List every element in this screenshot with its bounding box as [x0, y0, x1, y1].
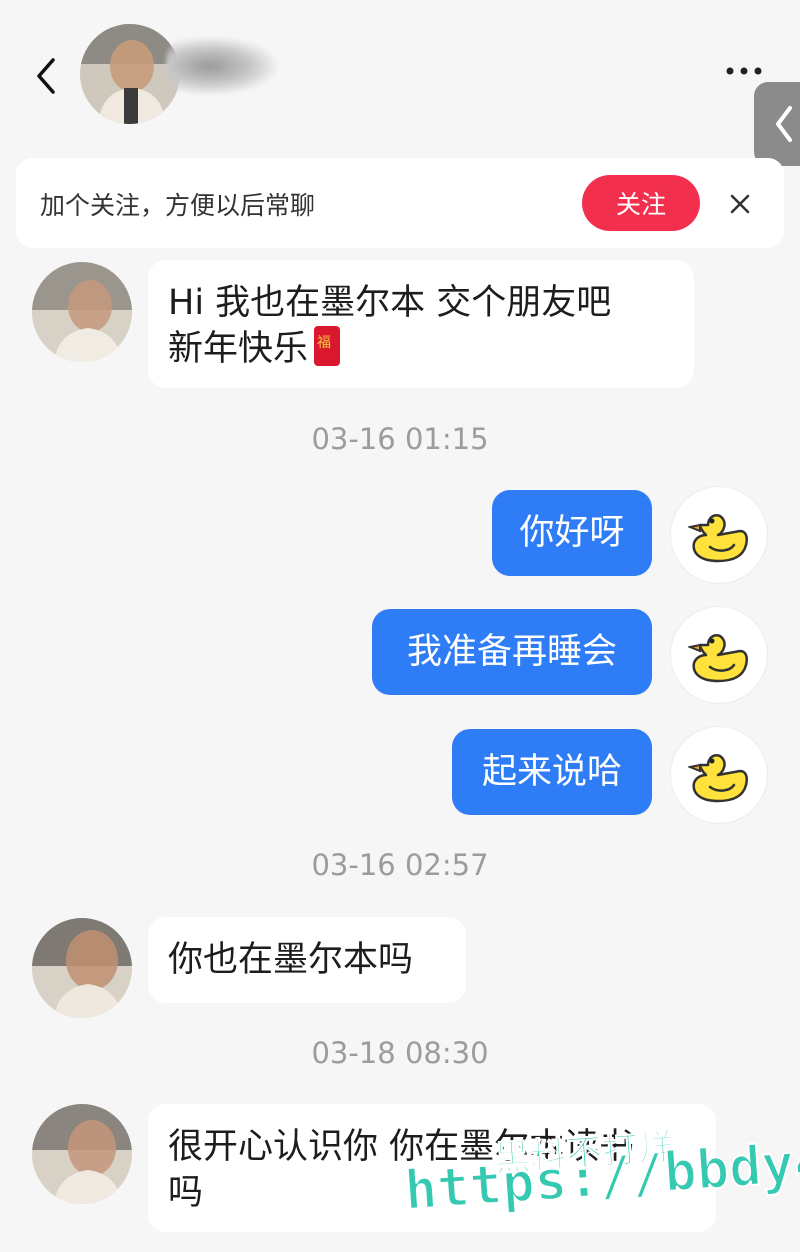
sender-avatar[interactable] [32, 262, 132, 362]
my-avatar[interactable] [670, 486, 768, 584]
contact-avatar[interactable] [80, 24, 180, 124]
chevron-left-icon [776, 106, 792, 142]
back-button[interactable] [22, 48, 70, 104]
more-dots-icon [726, 67, 762, 75]
close-icon [730, 194, 750, 214]
my-avatar[interactable] [670, 726, 768, 824]
message-bubble-sent[interactable]: 你好呀 [492, 490, 652, 576]
follow-button[interactable]: 关注 [582, 175, 700, 231]
message-bubble-sent[interactable]: 我准备再睡会 [372, 609, 652, 695]
timestamp: 03-16 01:15 [311, 422, 489, 456]
duck-icon [688, 753, 748, 803]
message-bubble-sent[interactable]: 起来说哈 [452, 729, 652, 815]
duck-icon [688, 633, 748, 683]
duck-icon [688, 513, 748, 563]
contact-name-blurred [166, 38, 276, 94]
more-button[interactable] [720, 56, 768, 86]
sender-avatar[interactable] [32, 1104, 132, 1204]
message-bubble[interactable]: 你也在墨尔本吗 [148, 917, 466, 1003]
my-avatar[interactable] [670, 606, 768, 704]
red-envelope-icon [314, 326, 341, 366]
message-text: Hi 我也在墨尔本 交个朋友吧 [168, 283, 612, 323]
side-panel-tab[interactable] [754, 82, 800, 166]
timestamp: 03-18 08:30 [311, 1036, 489, 1070]
sender-avatar[interactable] [32, 918, 132, 1018]
close-banner-button[interactable] [720, 184, 760, 224]
follow-prompt-text: 加个关注，方便以后常聊 [40, 191, 316, 220]
chevron-left-icon [37, 58, 55, 94]
message-text: 新年快乐 [168, 329, 309, 369]
timestamp: 03-16 02:57 [311, 848, 489, 882]
message-bubble[interactable]: Hi 我也在墨尔本 交个朋友吧 新年快乐 [148, 260, 694, 388]
